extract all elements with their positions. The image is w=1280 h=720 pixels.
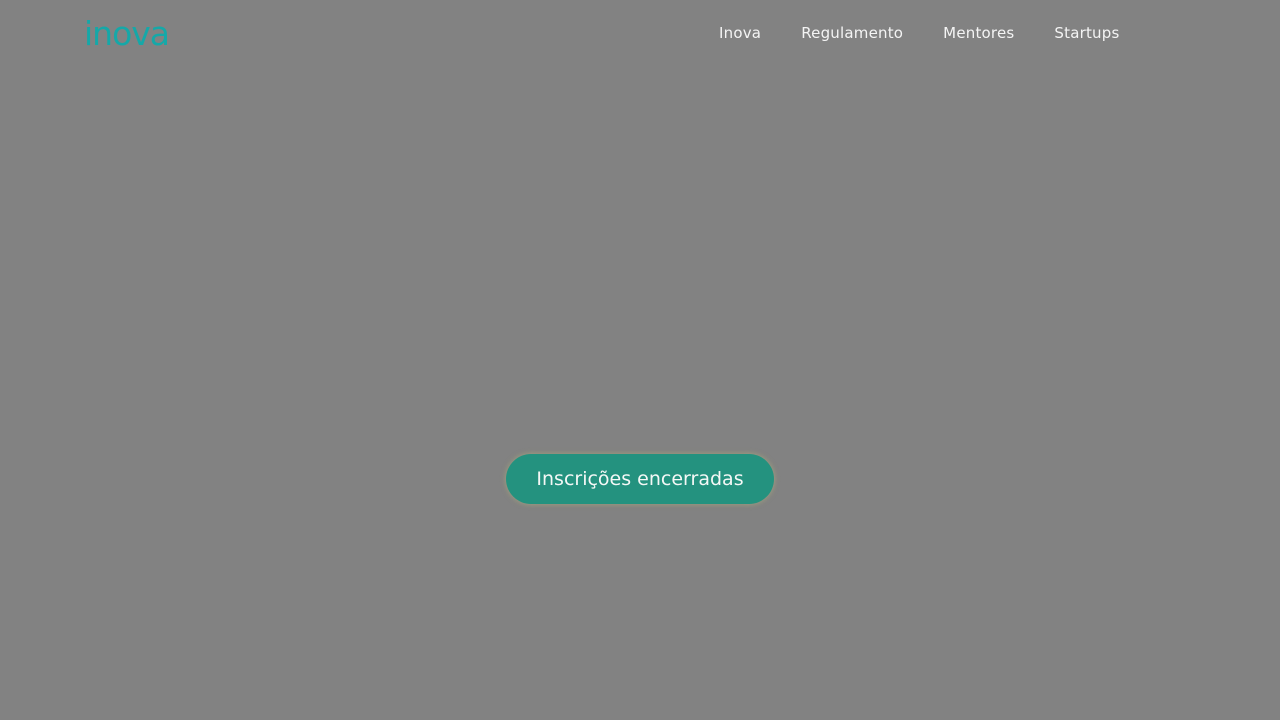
logo-wordmark: inova [84,14,170,53]
nav-link-inova[interactable]: Inova [719,24,761,42]
registration-closed-button[interactable]: Inscrições encerradas [506,454,774,504]
main-navigation: Inova Regulamento Mentores Startups [719,21,1119,45]
page: inova Inova Regulamento Mentores Startup… [0,0,1280,720]
site-header: inova Inova Regulamento Mentores Startup… [0,0,1280,66]
inova-logo[interactable]: inova [84,17,174,51]
nav-link-regulamento[interactable]: Regulamento [801,24,903,42]
nav-link-startups[interactable]: Startups [1054,24,1119,42]
nav-link-mentores[interactable]: Mentores [943,24,1014,42]
